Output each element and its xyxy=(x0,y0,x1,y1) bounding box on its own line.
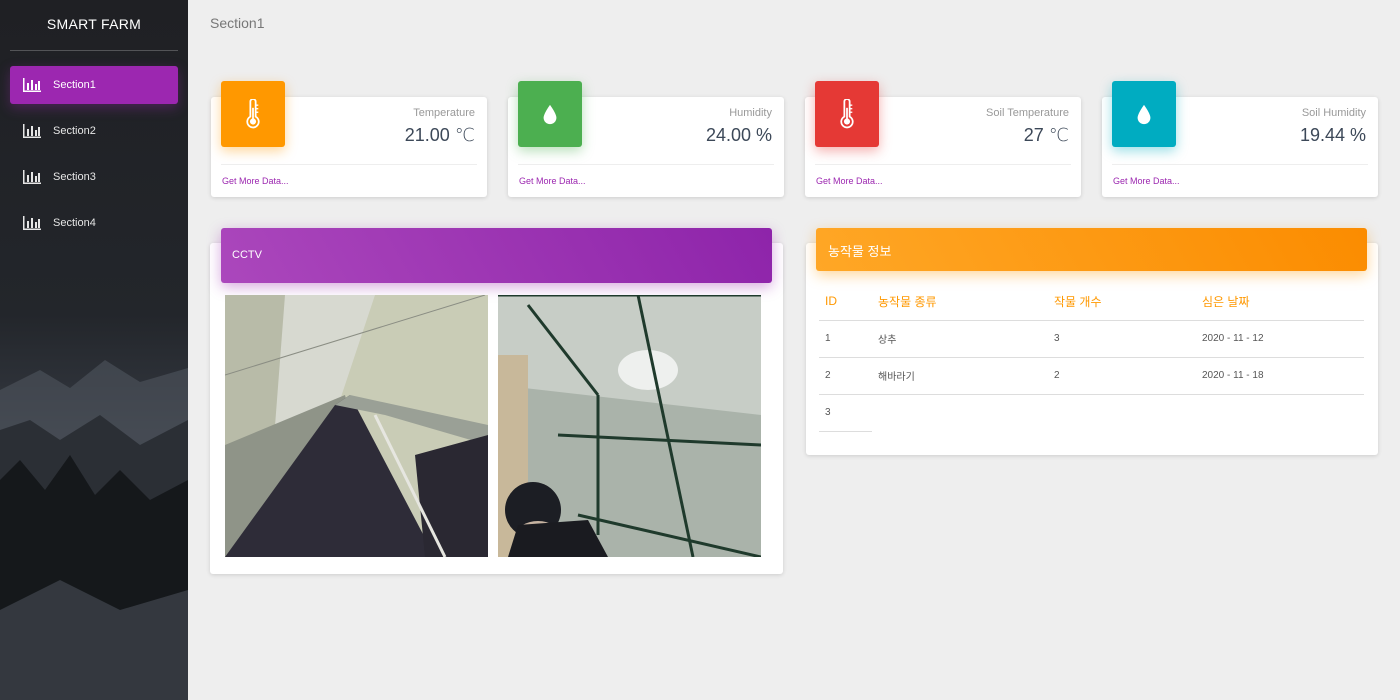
sidebar-item-section3[interactable]: Section3 xyxy=(10,158,178,196)
table-cell xyxy=(872,394,1048,431)
table-cell: 3 xyxy=(1048,320,1196,358)
table-row: 3 xyxy=(819,394,1364,432)
table-row: 2 해바라기 2 2020 - 11 - 18 xyxy=(819,357,1364,395)
sidebar-item-section1[interactable]: Section1 xyxy=(10,66,178,104)
get-more-data-link[interactable]: Get More Data... xyxy=(816,176,883,186)
crop-info-header: 농작물 정보 xyxy=(816,228,1367,271)
stat-label: Temperature xyxy=(413,107,475,119)
cctv-header: CCTV xyxy=(221,228,772,283)
table-cell: 2020 - 11 - 18 xyxy=(1196,357,1364,395)
table-cell: 상추 xyxy=(872,320,1048,358)
crop-info-title: 농작물 정보 xyxy=(828,244,892,259)
stat-divider xyxy=(221,164,477,165)
sidebar-item-section4[interactable]: Section4 xyxy=(10,204,178,242)
crop-table-body: 1 상추 3 2020 - 11 - 12 2 해바라기 2 2020 - 11 - 18 3 xyxy=(819,320,1364,432)
table-cell xyxy=(1196,394,1364,431)
stat-label: Soil Temperature xyxy=(986,107,1069,119)
stat-card-soil-temperature: Soil Temperature 27 ℃ Get More Data... xyxy=(805,81,1081,197)
stat-divider xyxy=(1112,164,1368,165)
get-more-data-link[interactable]: Get More Data... xyxy=(1113,176,1180,186)
bar-chart-icon xyxy=(22,169,42,185)
table-cell: 2020 - 11 - 12 xyxy=(1196,320,1364,358)
table-cell: 2 xyxy=(1048,357,1196,395)
thermometer-icon xyxy=(815,81,879,147)
sidebar-item-label: Section1 xyxy=(53,79,96,91)
cctv-camera-1-image xyxy=(225,295,488,557)
stat-label: Humidity xyxy=(729,107,772,119)
sidebar-item-label: Section4 xyxy=(53,217,96,229)
water-drop-icon xyxy=(1112,81,1176,147)
crop-column-header: ID xyxy=(819,283,872,321)
table-cell: 3 xyxy=(819,394,872,432)
sidebar-item-section2[interactable]: Section2 xyxy=(10,112,178,150)
crop-table-header: ID 농작물 종류 작물 개수 심은 날짜 xyxy=(819,283,1364,321)
sidebar-item-label: Section2 xyxy=(53,125,96,137)
stat-card-soil-humidity: Soil Humidity 19.44 % Get More Data... xyxy=(1102,81,1378,197)
sidebar-item-label: Section3 xyxy=(53,171,96,183)
crop-column-header: 농작물 종류 xyxy=(872,283,1048,321)
table-cell: 해바라기 xyxy=(872,357,1048,395)
sidebar: SMART FARM Section1 Section2 Section3 Secti… xyxy=(0,0,188,700)
stat-value: 19.44 % xyxy=(1299,125,1366,145)
get-more-data-link[interactable]: Get More Data... xyxy=(519,176,586,186)
bar-chart-icon xyxy=(22,215,42,231)
thermometer-icon xyxy=(221,81,285,147)
cctv-title: CCTV xyxy=(232,249,262,261)
stat-divider xyxy=(815,164,1071,165)
stat-value: 24.00 % xyxy=(705,125,772,145)
get-more-data-link[interactable]: Get More Data... xyxy=(222,176,289,186)
sidebar-nav: Section1 Section2 Section3 Section4 xyxy=(10,66,178,250)
stat-label: Soil Humidity xyxy=(1301,107,1366,119)
sidebar-background-mountain xyxy=(0,360,188,700)
crop-column-header: 심은 날짜 xyxy=(1196,283,1364,321)
table-cell: 1 xyxy=(819,320,872,358)
stat-value: 27 ℃ xyxy=(1023,125,1069,145)
table-row: 1 상추 3 2020 - 11 - 12 xyxy=(819,320,1364,358)
stat-divider xyxy=(518,164,774,165)
crop-table: ID 농작물 종류 작물 개수 심은 날짜 1 상추 3 2020 - 11 - 12 2 해바… xyxy=(819,283,1364,432)
brand-title[interactable]: SMART FARM xyxy=(0,0,188,50)
bar-chart-icon xyxy=(22,123,42,139)
stat-card-humidity: Humidity 24.00 % Get More Data... xyxy=(508,81,784,197)
bar-chart-icon xyxy=(22,77,42,93)
crop-column-header: 작물 개수 xyxy=(1048,283,1196,321)
stat-value: 21.00 ℃ xyxy=(404,125,475,145)
brand-divider xyxy=(10,50,178,51)
page-title: Section1 xyxy=(210,15,265,31)
water-drop-icon xyxy=(518,81,582,147)
table-cell: 2 xyxy=(819,357,872,395)
cctv-camera-2-image xyxy=(498,295,761,557)
table-cell xyxy=(1048,394,1196,431)
stat-card-temperature: Temperature 21.00 ℃ Get More Data... xyxy=(211,81,487,197)
